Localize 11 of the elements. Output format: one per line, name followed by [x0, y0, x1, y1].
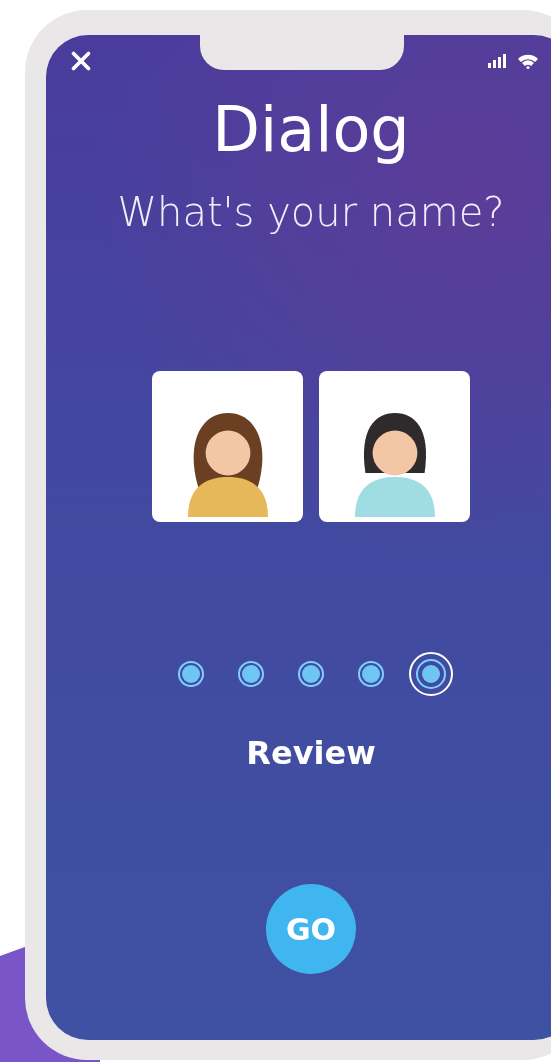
step-dot[interactable] — [358, 661, 384, 688]
signal-wifi-icon — [488, 53, 538, 69]
question-text: What's your name? — [117, 189, 505, 236]
dialog-title: Dialog — [212, 93, 410, 168]
go-button[interactable]: GO — [266, 884, 356, 975]
avatar-card[interactable] — [152, 371, 303, 523]
step-label: Review — [246, 734, 376, 773]
step-dot[interactable] — [238, 661, 264, 688]
step-dot[interactable] — [298, 661, 324, 688]
avatar-card[interactable] — [319, 371, 470, 523]
step-dot[interactable] — [178, 661, 204, 688]
